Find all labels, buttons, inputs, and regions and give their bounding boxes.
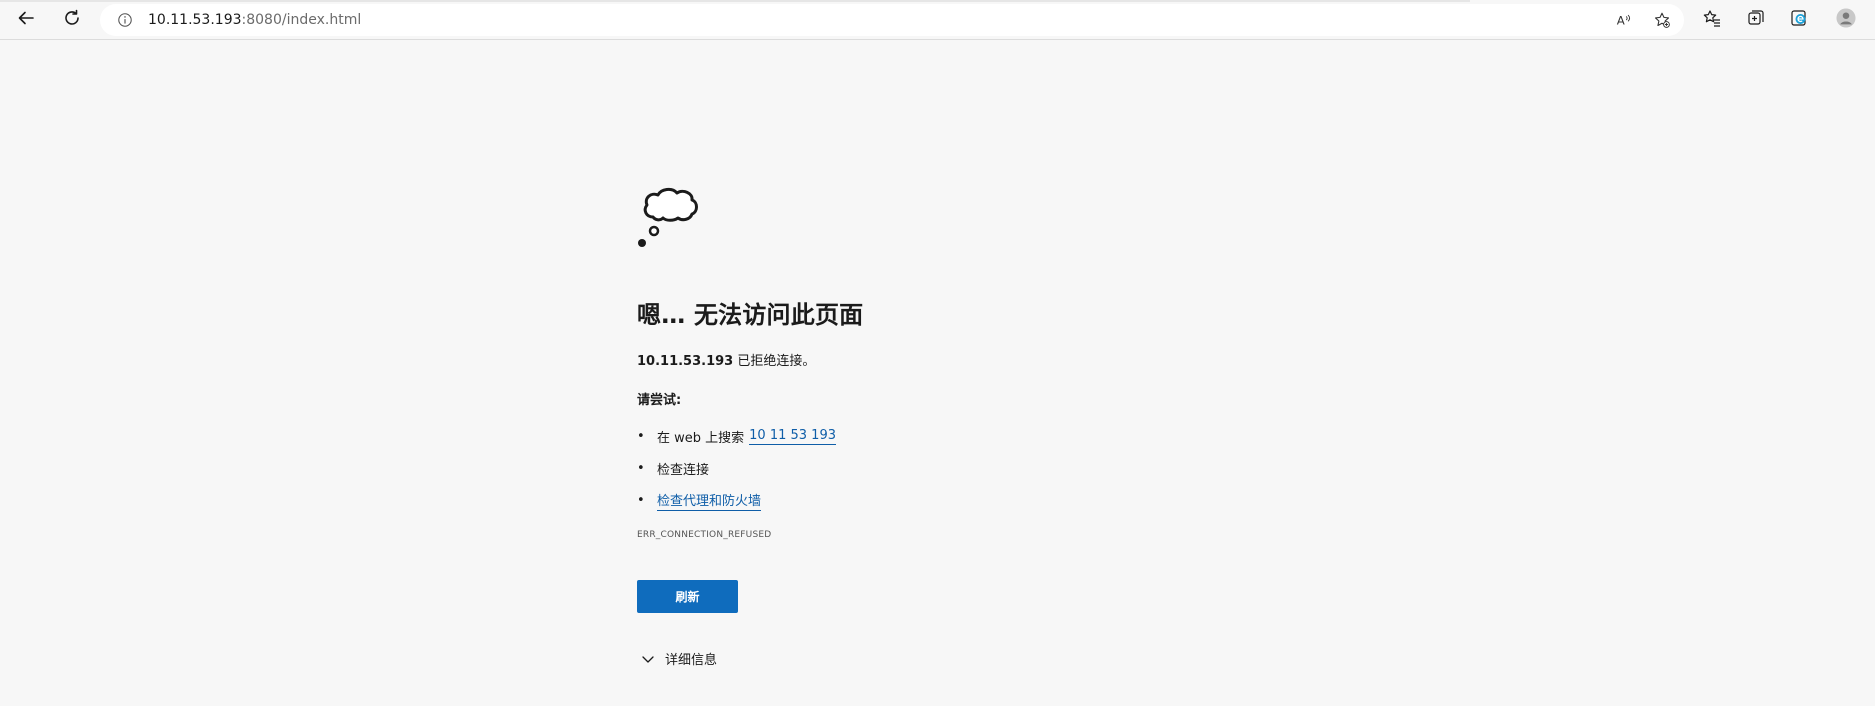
browser-toolbar: 10.11.53.193:8080/index.html A (0, 0, 1875, 40)
refresh-icon (62, 8, 82, 32)
details-label: 详细信息 (665, 653, 718, 668)
list-item: • 在 web 上搜索 10 11 53 193 (637, 420, 1237, 452)
back-button[interactable] (10, 4, 42, 36)
bullet: • (637, 460, 645, 476)
search-prefix: 在 web 上搜索 (657, 430, 745, 446)
edge-button[interactable] (1783, 4, 1815, 36)
search-link[interactable]: 10 11 53 193 (749, 428, 836, 445)
address-path: :8080/index.html (241, 12, 362, 28)
list-item: • 检查代理和防火墙 (637, 484, 1237, 516)
error-code: ERR_CONNECTION_REFUSED (637, 530, 772, 540)
back-arrow-icon (16, 8, 36, 32)
edge-icon (1789, 8, 1809, 32)
error-content: 嗯… 无法访问此页面 10.11.53.193 已拒绝连接。 请尝试: • 在 … (637, 175, 1237, 668)
address-bar[interactable]: 10.11.53.193:8080/index.html A (100, 4, 1684, 36)
chevron-down-icon (642, 655, 654, 663)
info-icon[interactable] (116, 11, 134, 29)
read-aloud-icon[interactable]: A (1608, 4, 1640, 36)
suggestion-list: • 在 web 上搜索 10 11 53 193 • 检查连接 • 检查代理和防… (637, 420, 1237, 516)
refused-suffix: 已拒绝连接。 (737, 354, 816, 369)
profile-button[interactable] (1830, 4, 1862, 36)
refused-host: 10.11.53.193 (637, 354, 734, 369)
address-url[interactable]: 10.11.53.193:8080/index.html (148, 12, 361, 28)
refresh-button[interactable] (56, 4, 88, 36)
favorites-icon (1702, 8, 1722, 32)
page-title: 嗯… 无法访问此页面 (637, 301, 864, 329)
bullet: • (637, 492, 645, 508)
collections-button[interactable] (1740, 4, 1772, 36)
details-toggle[interactable]: 详细信息 (637, 649, 1237, 668)
bullet: • (637, 428, 645, 444)
try-label: 请尝试: (637, 393, 682, 408)
svg-text:A: A (1617, 14, 1625, 28)
check-proxy-link[interactable]: 检查代理和防火墙 (657, 490, 762, 511)
check-connection-text: 检查连接 (657, 462, 710, 478)
loading-line (0, 0, 1470, 2)
favorites-button[interactable] (1696, 4, 1728, 36)
collections-icon (1746, 8, 1766, 32)
list-item: • 检查连接 (637, 452, 1237, 484)
thought-cloud-icon (637, 175, 717, 255)
add-favorite-icon[interactable] (1646, 4, 1678, 36)
refresh-page-button[interactable]: 刷新 (637, 580, 738, 613)
profile-avatar-icon (1836, 8, 1856, 32)
refused-message: 10.11.53.193 已拒绝连接。 (637, 350, 1237, 369)
address-host: 10.11.53.193 (148, 12, 242, 28)
